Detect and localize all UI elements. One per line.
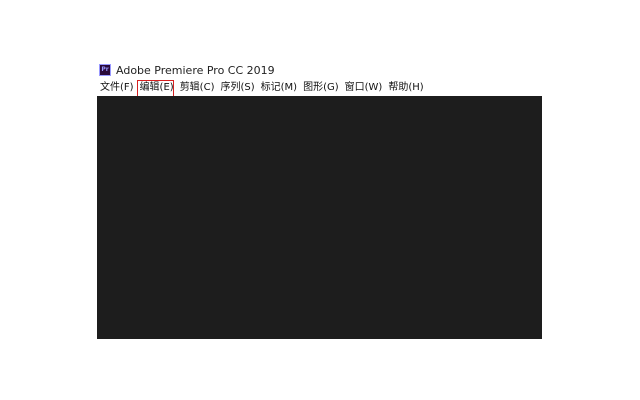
menu-window[interactable]: 窗口(W)	[342, 81, 386, 95]
menu-markers[interactable]: 标记(M)	[258, 81, 300, 95]
premiere-pro-app-icon: Pr	[99, 64, 111, 76]
window-title: Adobe Premiere Pro CC 2019	[116, 63, 275, 77]
menu-file[interactable]: 文件(F)	[97, 81, 137, 95]
menu-sequence[interactable]: 序列(S)	[217, 81, 257, 95]
menu-clip[interactable]: 剪辑(C)	[177, 81, 218, 95]
menu-help[interactable]: 帮助(H)	[385, 81, 426, 95]
screenshot-page: Pr Adobe Premiere Pro CC 2019 文件(F) 编辑(E…	[0, 0, 640, 400]
menu-bar: 文件(F) 编辑(E) 剪辑(C) 序列(S) 标记(M) 图形(G) 窗口(W…	[97, 80, 542, 100]
workspace-panel	[97, 96, 542, 339]
menu-graphics[interactable]: 图形(G)	[300, 81, 342, 95]
premiere-window: Pr Adobe Premiere Pro CC 2019 文件(F) 编辑(E…	[97, 60, 542, 339]
menu-edit[interactable]: 编辑(E)	[136, 80, 177, 100]
title-bar: Pr Adobe Premiere Pro CC 2019	[97, 60, 542, 80]
